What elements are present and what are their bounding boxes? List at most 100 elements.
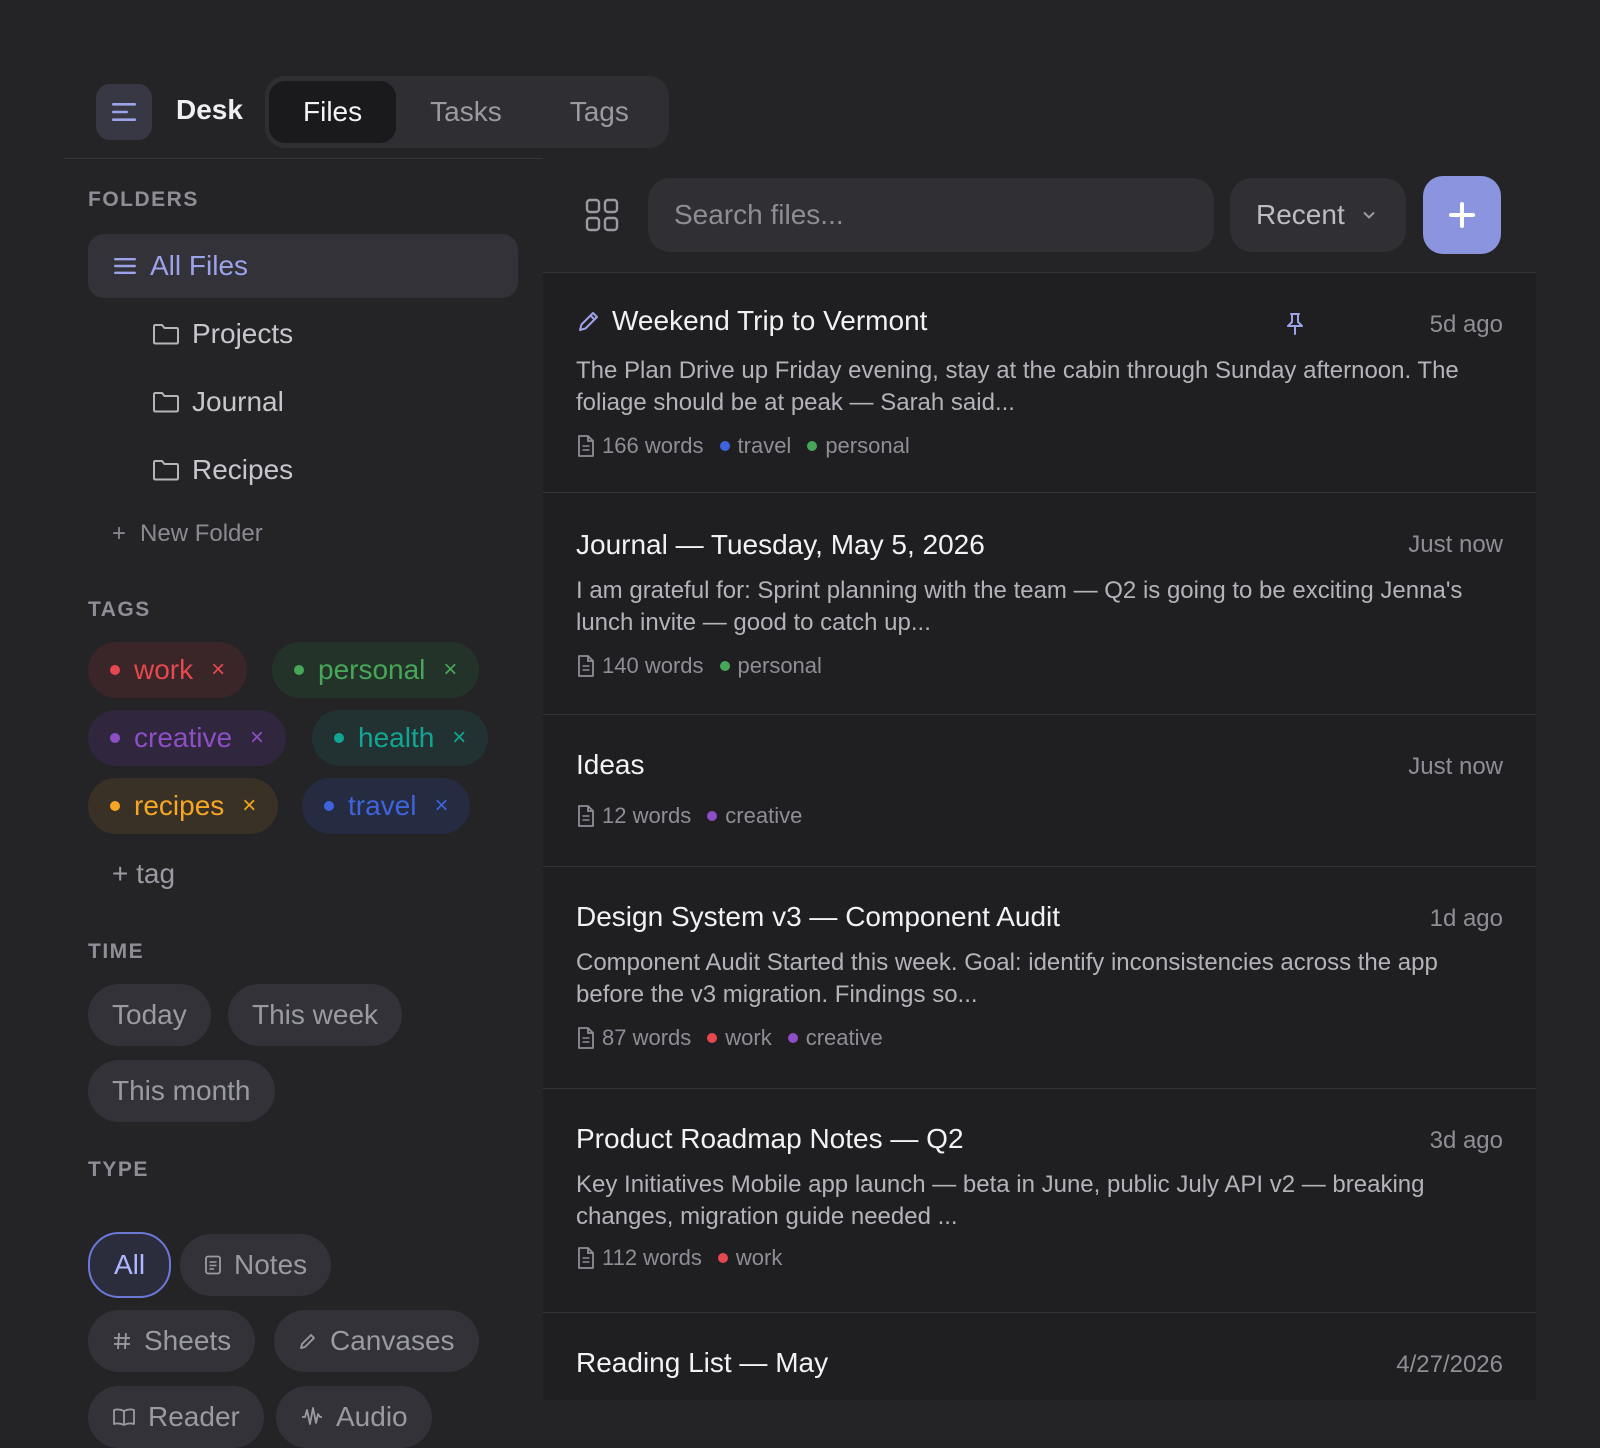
type-filter-reader[interactable]: Reader <box>88 1386 264 1448</box>
remove-tag-icon[interactable]: × <box>242 792 256 820</box>
remove-tag-icon[interactable]: × <box>211 656 225 684</box>
menu-button[interactable] <box>96 84 152 140</box>
sort-dropdown[interactable]: Recent <box>1230 178 1406 252</box>
file-title: Weekend Trip to Vermont <box>612 305 928 336</box>
type-filter-label: Sheets <box>144 1325 232 1356</box>
folder-icon <box>153 460 179 481</box>
tag-color-dot <box>717 1253 728 1263</box>
app-title: Desk <box>176 94 243 125</box>
sidebar-item-projects[interactable]: Projects <box>152 314 293 354</box>
type-filter-sheets[interactable]: Sheets <box>88 1310 256 1372</box>
new-folder-label: New Folder <box>140 520 263 547</box>
type-filter-all[interactable]: All <box>88 1232 172 1298</box>
type-filter-label: Canvases <box>330 1325 455 1356</box>
folder-icon <box>153 324 179 345</box>
tag-label: health <box>358 722 435 753</box>
plus-icon: + <box>112 520 127 547</box>
book-icon <box>112 1407 136 1427</box>
file-item[interactable]: Weekend Trip to Vermont 5d ago The Plan … <box>543 273 1536 493</box>
pencil-icon <box>576 308 602 334</box>
tab-tags[interactable]: Tags <box>536 81 663 143</box>
tag-color-dot <box>110 801 120 811</box>
tag-chip-recipes[interactable]: recipes × <box>88 778 279 834</box>
document-icon <box>576 654 596 678</box>
type-heading: TYPE <box>88 1158 149 1181</box>
tag-label: travel <box>348 790 417 821</box>
file-preview: Key Initiatives Mobile app launch — beta… <box>576 1171 1425 1230</box>
tag-color-dot <box>719 441 730 451</box>
file-item[interactable]: Product Roadmap Notes — Q2 3d ago Key In… <box>543 1089 1536 1313</box>
file-title-row: Product Roadmap Notes — Q2 <box>576 1123 964 1155</box>
tab-tasks[interactable]: Tasks <box>396 81 536 143</box>
tab-files[interactable]: Files <box>269 81 397 143</box>
file-time: 3d ago <box>1429 1127 1503 1154</box>
time-filter-this-month[interactable]: This month <box>88 1060 275 1122</box>
app-window: Desk Files Tasks Tags FOLDERS All Files … <box>0 0 1600 1448</box>
file-tag-label: creative <box>725 803 803 828</box>
file-item[interactable]: Journal — Tuesday, May 5, 2026 Just now … <box>543 493 1536 715</box>
tag-chip-personal[interactable]: personal × <box>272 642 480 698</box>
file-tag-label: personal <box>825 433 910 458</box>
sidebar-item-journal[interactable]: Journal <box>152 382 284 422</box>
type-filter-notes[interactable]: Notes <box>180 1234 332 1296</box>
file-item[interactable]: Ideas Just now 12 words creative <box>543 715 1536 867</box>
file-preview: I am grateful for: Sprint planning with … <box>576 577 1463 636</box>
tags-heading: TAGS <box>88 598 151 621</box>
sidebar: FOLDERS All Files Projects Journal Recip… <box>64 158 544 1448</box>
pin-icon[interactable] <box>1283 311 1307 342</box>
tag-color-dot <box>719 661 730 671</box>
file-item[interactable]: Reading List — May 4/27/2026 <box>543 1313 1536 1433</box>
sidebar-item-recipes[interactable]: Recipes <box>152 450 293 490</box>
main-panel: Recent Weekend Trip to Vermont 5d a <box>543 158 1536 1400</box>
sidebar-item-all-files[interactable]: All Files <box>88 234 518 298</box>
word-count: 87 words <box>602 1025 692 1050</box>
type-filter-canvases[interactable]: Canvases <box>274 1310 479 1372</box>
remove-tag-icon[interactable]: × <box>452 724 466 752</box>
file-preview: Component Audit Started this week. Goal:… <box>576 949 1438 1008</box>
time-heading: TIME <box>88 940 145 963</box>
file-title-row: Ideas <box>576 749 645 781</box>
time-filter-today[interactable]: Today <box>88 984 211 1046</box>
sort-label: Recent <box>1256 199 1345 230</box>
tag-chip-health[interactable]: health × <box>312 710 489 766</box>
file-item[interactable]: Design System v3 — Component Audit 1d ag… <box>543 867 1536 1089</box>
type-filter-audio[interactable]: Audio <box>276 1386 432 1448</box>
word-count: 140 words <box>602 653 704 678</box>
word-count: 166 words <box>602 433 704 458</box>
file-time: Just now <box>1408 531 1503 558</box>
tag-chip-creative[interactable]: creative × <box>88 710 287 766</box>
remove-tag-icon[interactable]: × <box>443 656 457 684</box>
tag-label: creative <box>134 722 233 753</box>
menu-icon <box>112 103 136 121</box>
folder-label: Projects <box>192 318 294 349</box>
file-tag: work <box>707 1025 772 1051</box>
file-time: 5d ago <box>1429 311 1503 338</box>
remove-tag-icon[interactable]: × <box>250 724 264 752</box>
folders-heading: FOLDERS <box>88 188 199 211</box>
add-file-button[interactable] <box>1423 176 1501 254</box>
file-tag: work <box>717 1245 782 1271</box>
remove-tag-icon[interactable]: × <box>434 792 448 820</box>
file-tag-label: creative <box>805 1025 883 1050</box>
grid-view-button[interactable] <box>585 198 619 237</box>
hash-icon <box>112 1331 132 1351</box>
file-title: Journal — Tuesday, May 5, 2026 <box>576 529 985 560</box>
file-meta: 12 words creative <box>576 803 802 829</box>
tag-label: recipes <box>134 790 225 821</box>
file-meta: 87 words work creative <box>576 1025 883 1051</box>
file-title: Design System v3 — Component Audit <box>576 901 1061 932</box>
file-title: Ideas <box>576 749 645 780</box>
file-tag-label: work <box>725 1025 772 1050</box>
tag-chip-travel[interactable]: travel × <box>302 778 471 834</box>
search-input[interactable] <box>648 178 1214 252</box>
file-time: 4/27/2026 <box>1396 1351 1503 1378</box>
type-filter-label: Notes <box>234 1249 308 1280</box>
time-filter-this-week[interactable]: This week <box>228 984 403 1046</box>
tag-chip-work[interactable]: work × <box>88 642 248 698</box>
tag-color-dot <box>110 665 120 675</box>
file-tag: personal <box>807 433 910 459</box>
folder-label: Recipes <box>192 454 294 485</box>
document-icon <box>576 804 596 828</box>
add-tag-button[interactable]: + tag <box>112 858 175 890</box>
new-folder-button[interactable]: + New Folder <box>112 520 263 548</box>
